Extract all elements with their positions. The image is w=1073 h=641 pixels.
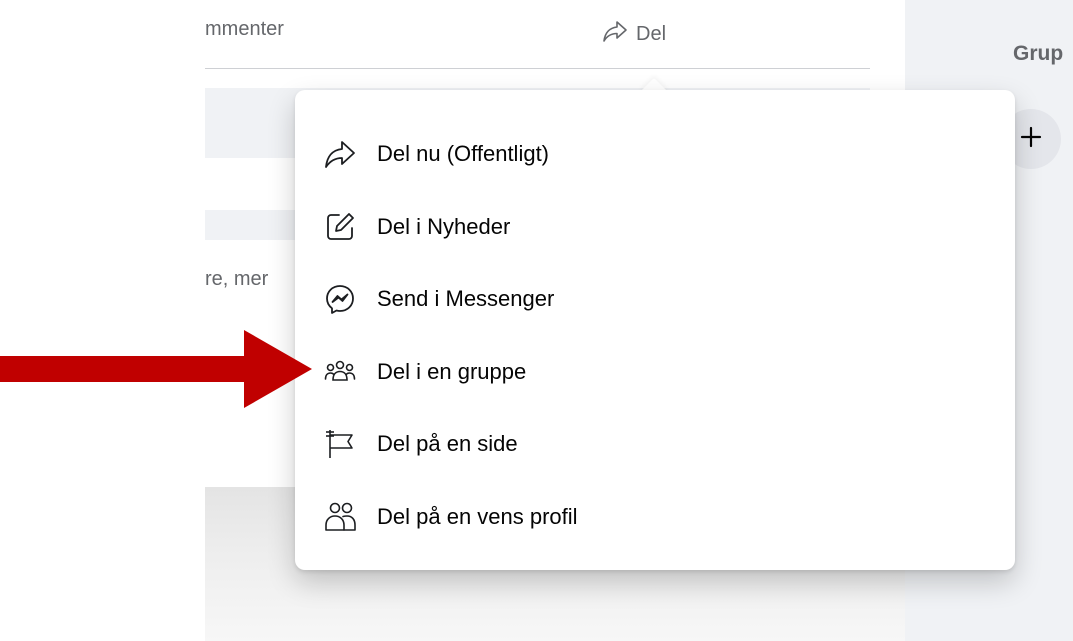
share-button[interactable]: Del bbox=[602, 18, 666, 50]
share-now-item[interactable]: Del nu (Offentligt) bbox=[295, 118, 1015, 191]
red-annotation-arrow bbox=[0, 330, 312, 408]
messenger-icon bbox=[323, 282, 357, 316]
send-in-messenger-label: Send i Messenger bbox=[377, 286, 555, 312]
share-to-page-item[interactable]: Del på en side bbox=[295, 408, 1015, 481]
comment-preview-text: re, mer bbox=[205, 268, 269, 290]
share-to-feed-label: Del i Nyheder bbox=[377, 213, 511, 239]
flag-icon bbox=[323, 427, 357, 461]
share-to-feed-item[interactable]: Del i Nyheder bbox=[295, 191, 1015, 264]
plus-icon bbox=[1020, 126, 1042, 153]
share-to-group-label: Del i en gruppe bbox=[377, 358, 527, 384]
compose-icon bbox=[323, 210, 357, 244]
share-to-page-label: Del på en side bbox=[377, 431, 518, 457]
share-arrow-icon bbox=[323, 137, 357, 171]
share-to-friend-profile-label: Del på en vens profil bbox=[377, 503, 578, 529]
friends-icon bbox=[323, 500, 357, 534]
share-to-friend-profile-item[interactable]: Del på en vens profil bbox=[295, 481, 1015, 554]
share-arrow-icon bbox=[602, 18, 628, 50]
group-icon bbox=[323, 355, 357, 389]
share-menu: Del nu (Offentligt) Del i Nyheder Send i… bbox=[295, 90, 1015, 570]
share-to-group-item[interactable]: Del i en gruppe bbox=[295, 336, 1015, 409]
comment-button[interactable]: mmenter bbox=[205, 18, 284, 41]
send-in-messenger-item[interactable]: Send i Messenger bbox=[295, 263, 1015, 336]
share-label: Del bbox=[636, 22, 667, 45]
divider bbox=[205, 68, 870, 69]
sidebar-heading: Grup bbox=[1013, 42, 1064, 65]
share-now-label: Del nu (Offentligt) bbox=[377, 141, 550, 167]
left-margin bbox=[0, 0, 205, 641]
